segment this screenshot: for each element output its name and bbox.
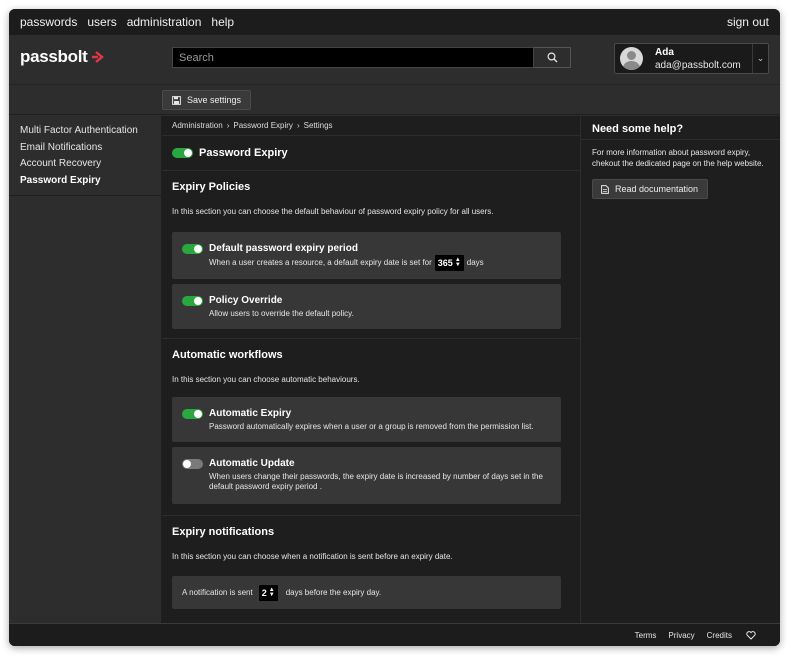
automatic-update-card: Automatic Update When users change their… [172,447,561,504]
read-documentation-button[interactable]: Read documentation [592,179,708,199]
notification-days-stepper[interactable]: 2 ▲ ▼ [258,584,278,601]
policy-override-toggle[interactable] [182,295,203,306]
footer-terms-link[interactable]: Terms [635,631,657,640]
expiry-policies-section: Expiry Policies In this section you can … [162,171,580,339]
app-window: passwords users administration help sign… [9,9,780,646]
search-button[interactable] [534,47,571,68]
breadcrumb-settings[interactable]: Settings [304,121,333,130]
user-email: ada@passbolt.com [655,59,741,71]
expiry-days-stepper[interactable]: 365 ▲ ▼ [434,255,464,271]
card-title: Policy Override [209,295,283,306]
footer: Terms Privacy Credits [9,623,780,646]
notification-desc-before: A notification is sent [182,588,253,597]
expiry-notifications-section: Expiry notifications In this section you… [162,516,580,626]
page-title: Password Expiry [199,147,288,159]
help-text-line-2: chekout the dedicated page on the help w… [592,159,764,168]
sidebar: Multi Factor Authentication Email Notifi… [9,116,162,623]
save-icon [172,95,181,105]
search-icon [546,52,557,63]
default-expiry-card: Default password expiry period When a us… [172,232,561,279]
save-settings-button[interactable]: Save settings [162,90,252,110]
section-description: In this section you can choose automatic… [172,375,360,384]
document-icon [601,184,609,194]
help-text-line-1: For more information about password expi… [592,148,751,157]
expiry-desc-after: days [466,258,484,267]
search-input[interactable] [172,47,534,68]
card-header: Default password expiry period [172,232,561,254]
read-documentation-label: Read documentation [615,184,699,194]
policy-override-card: Policy Override Allow users to override … [172,284,561,329]
breadcrumb-password-expiry[interactable]: Password Expiry [233,121,293,130]
avatar [620,47,643,70]
section-description: In this section you can choose the defau… [172,207,494,216]
automatic-update-toggle[interactable] [182,458,203,469]
footer-credits-link[interactable]: Credits [707,631,732,640]
header: passbolt Ada ada@passbolt.com ⌄ [9,35,780,85]
stepper-arrows-icon[interactable]: ▲ ▼ [269,587,275,598]
sidebar-item-mfa[interactable]: Multi Factor Authentication [20,123,161,140]
content-area: Multi Factor Authentication Email Notifi… [9,116,780,623]
card-title: Automatic Expiry [209,408,292,419]
user-info: Ada ada@passbolt.com [655,46,741,72]
sidebar-item-account-recovery[interactable]: Account Recovery [20,156,161,173]
sidebar-item-password-expiry[interactable]: Password Expiry [20,173,161,190]
card-header: Policy Override [172,284,561,306]
notification-desc-after: days before the expiry day. [285,588,382,597]
chevron-down-icon[interactable]: ⌄ [752,44,768,73]
nav-users[interactable]: users [87,15,116,29]
breadcrumb: Administration › Password Expiry › Setti… [162,116,580,136]
heart-icon[interactable] [746,630,756,640]
breadcrumb-administration[interactable]: Administration [172,121,223,130]
expiry-desc-before: When a user creates a resource, a defaul… [209,258,432,267]
sidebar-item-email-notifications[interactable]: Email Notifications [20,140,161,157]
nav-help[interactable]: help [211,15,234,29]
automatic-expiry-toggle[interactable] [182,408,203,419]
card-title: Default password expiry period [209,243,358,254]
section-title: Expiry notifications [172,526,275,538]
notification-card: A notification is sent 2 ▲ ▼ days before … [172,576,561,609]
help-panel: Need some help? For more information abo… [580,116,780,623]
nav-administration[interactable]: administration [127,15,202,29]
save-settings-label: Save settings [187,95,242,105]
help-title: Need some help? [581,116,780,140]
card-description: Allow users to override the default poli… [209,309,354,318]
default-expiry-toggle[interactable] [182,243,203,254]
card-description-line-1: When users change their passwords, the e… [209,472,543,481]
page-title-row: Password Expiry [162,136,580,171]
breadcrumb-separator: › [296,121,300,130]
stepper-arrows-icon[interactable]: ▲ ▼ [455,257,461,268]
search-bar [172,47,571,68]
breadcrumb-separator: › [226,121,230,130]
card-header: Automatic Update [172,447,561,469]
action-bar: Save settings [9,85,780,115]
card-description: When a user creates a resource, a defaul… [172,255,561,271]
card-description: Password automatically expires when a us… [209,422,534,431]
password-expiry-toggle[interactable] [172,148,193,158]
footer-privacy-link[interactable]: Privacy [668,631,694,640]
user-name: Ada [655,46,674,58]
section-description: In this section you can choose when a no… [172,552,453,561]
section-title: Expiry Policies [172,181,251,193]
notification-days-value: 2 [261,587,267,598]
main-panel: Administration › Password Expiry › Setti… [162,116,580,623]
section-title: Automatic workflows [172,349,283,361]
expiry-days-value: 365 [437,258,453,268]
card-description-line-2: default password expiry period . [209,482,322,491]
sign-out-link[interactable]: sign out [727,15,769,29]
logo-arrow-icon [91,51,104,63]
automatic-workflows-section: Automatic workflows In this section you … [162,339,580,516]
card-header: Automatic Expiry [172,397,561,419]
card-title: Automatic Update [209,458,295,469]
user-profile-dropdown[interactable]: Ada ada@passbolt.com ⌄ [614,43,769,74]
passbolt-logo[interactable]: passbolt [20,47,104,67]
admin-menu: Multi Factor Authentication Email Notifi… [9,116,161,196]
main-menu: passwords users administration help [20,15,234,29]
top-navigation: passwords users administration help sign… [9,9,780,35]
help-text: For more information about password expi… [581,140,780,169]
automatic-expiry-card: Automatic Expiry Password automatically … [172,397,561,442]
logo-text: passbolt [20,47,88,66]
nav-passwords[interactable]: passwords [20,15,77,29]
